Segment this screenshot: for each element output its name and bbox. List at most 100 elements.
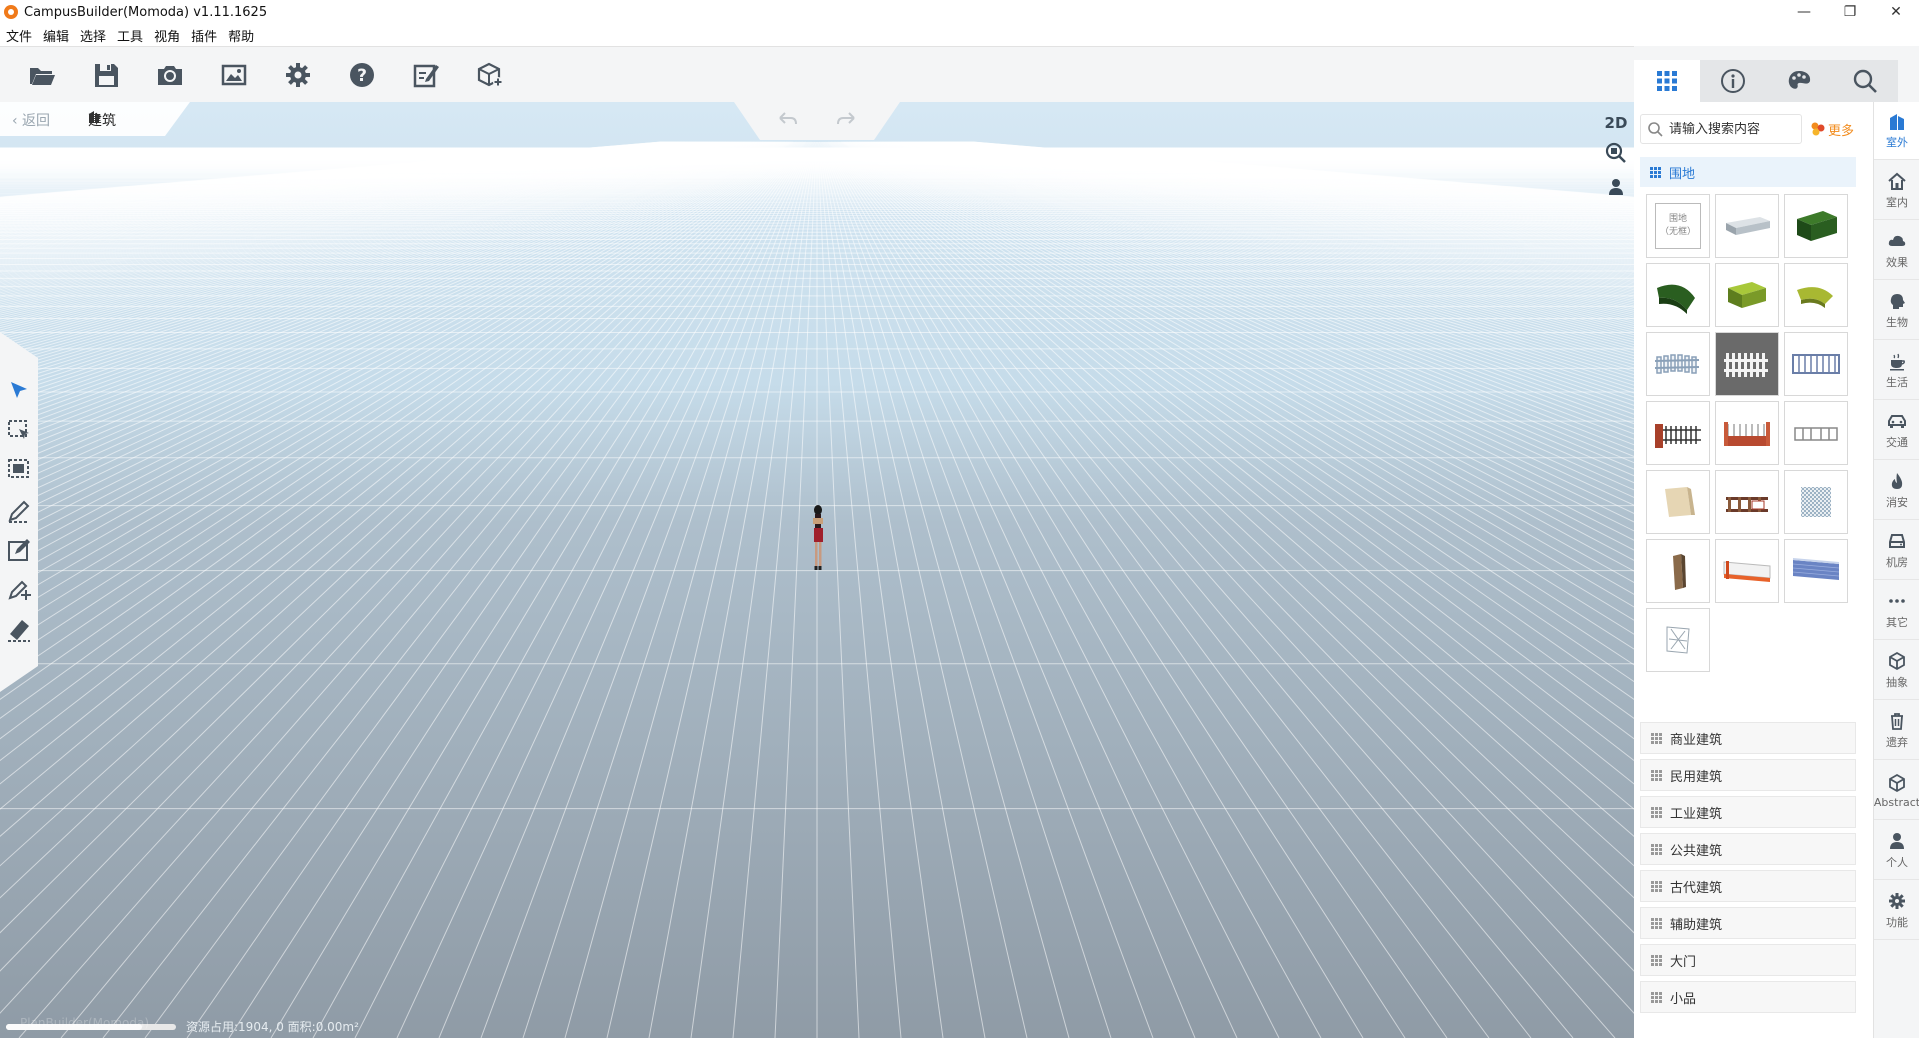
nav-deprecated[interactable]: 遗弃: [1874, 702, 1919, 760]
menu-tools[interactable]: 工具: [117, 26, 143, 45]
zoom-fit-button[interactable]: [1602, 140, 1630, 166]
model-tile-wire-fence[interactable]: [1646, 608, 1710, 672]
model-tile-hedge-box-light[interactable]: [1715, 263, 1779, 327]
category-active[interactable]: 围地: [1640, 157, 1856, 187]
menu-select[interactable]: 选择: [80, 26, 106, 45]
more-button[interactable]: 更多: [1810, 120, 1854, 139]
nav-functions[interactable]: 功能: [1874, 882, 1919, 940]
model-tile-beige-panel[interactable]: [1646, 470, 1710, 534]
view-tools: 2D: [1598, 102, 1634, 222]
restore-button[interactable]: ❐: [1827, 0, 1873, 24]
model-tile-brick-iron-fence[interactable]: [1646, 401, 1710, 465]
settings-icon: [286, 62, 310, 87]
model-tile-low-wall-orange[interactable]: [1715, 539, 1779, 603]
nav-label: 交通: [1886, 436, 1908, 449]
category-public[interactable]: 公共建筑: [1640, 833, 1856, 865]
model-tile-post[interactable]: [1646, 539, 1710, 603]
breadcrumb-current[interactable]: 建筑: [88, 110, 116, 130]
save-button[interactable]: [74, 47, 138, 103]
draw-area-icon[interactable]: [6, 537, 32, 563]
nav-other[interactable]: 其它: [1874, 582, 1919, 640]
library-content: 更多 围地 围地 （无框）: [1634, 102, 1873, 1038]
person-view-button[interactable]: [1602, 174, 1630, 200]
category-residential[interactable]: 民用建筑: [1640, 759, 1856, 791]
grid-icon: [1657, 71, 1677, 91]
nav-living[interactable]: 生活: [1874, 342, 1919, 400]
nav-personal[interactable]: 个人: [1874, 822, 1919, 880]
hedge-curve-dark-thumbnail: [1657, 284, 1695, 314]
menu-view[interactable]: 视角: [154, 26, 180, 45]
nav-indoor[interactable]: 室内: [1874, 162, 1919, 220]
right-panel: 更多 围地 围地 （无框）: [1634, 46, 1919, 1038]
model-tile-white-fence[interactable]: [1646, 332, 1710, 396]
category-gate[interactable]: 大门: [1640, 944, 1856, 976]
model-tile-hedge-box[interactable]: [1784, 194, 1848, 258]
edit-button[interactable]: [394, 47, 458, 103]
model-tile-concrete-barrier[interactable]: [1715, 194, 1779, 258]
nav-outdoor[interactable]: 室外: [1874, 102, 1919, 160]
menu-plugins[interactable]: 插件: [191, 26, 217, 45]
toggle-2d-button[interactable]: 2D: [1602, 110, 1630, 136]
grid-dots-icon: [1651, 843, 1662, 855]
tab-style[interactable]: [1766, 60, 1832, 102]
menu-edit[interactable]: 编辑: [43, 26, 69, 45]
nav-creatures[interactable]: 生物: [1874, 282, 1919, 340]
server-icon: [1889, 534, 1905, 548]
info-icon: [1721, 69, 1745, 93]
model-tile-picket-fence[interactable]: [1715, 332, 1779, 396]
model-tile-hedge-curve-light[interactable]: [1784, 263, 1848, 327]
model-tile-fence-placeholder[interactable]: 围地 （无框）: [1646, 194, 1710, 258]
add-model-button[interactable]: [458, 47, 522, 103]
model-tile-blue-wall[interactable]: [1784, 539, 1848, 603]
menu-help[interactable]: 帮助: [228, 26, 254, 45]
model-tile-blue-railing[interactable]: [1784, 332, 1848, 396]
nav-effects[interactable]: 效果: [1874, 222, 1919, 280]
minimize-button[interactable]: —: [1781, 0, 1827, 24]
grid-dots-icon: [1651, 769, 1662, 781]
category-commercial[interactable]: 商业建筑: [1640, 722, 1856, 754]
select-arrow-icon[interactable]: [6, 378, 32, 404]
multi-select-icon[interactable]: [6, 456, 32, 482]
tab-library[interactable]: [1634, 60, 1700, 102]
category-auxiliary[interactable]: 辅助建筑: [1640, 907, 1856, 939]
character-figure[interactable]: [808, 504, 828, 574]
screenshot-button[interactable]: [138, 47, 202, 103]
undo-icon[interactable]: [776, 110, 800, 130]
add-point-icon[interactable]: [6, 576, 32, 602]
image-button[interactable]: [202, 47, 266, 103]
grid-dots-icon: [1651, 880, 1662, 892]
category-ancient[interactable]: 古代建筑: [1640, 870, 1856, 902]
camera-icon: [158, 65, 182, 85]
nav-fire-safety[interactable]: 消安: [1874, 462, 1919, 520]
left-toolbar: [0, 332, 38, 692]
nav-server-room[interactable]: 机房: [1874, 522, 1919, 580]
help-button[interactable]: ?: [330, 47, 394, 103]
model-tile-mesh-panel[interactable]: [1784, 470, 1848, 534]
draw-line-icon[interactable]: [6, 498, 32, 524]
model-tile-hedge-curve-dark[interactable]: [1646, 263, 1710, 327]
tab-search[interactable]: [1832, 60, 1898, 102]
nav-abstract-cn[interactable]: 抽象: [1874, 642, 1919, 700]
model-tile-brick-wall-fence[interactable]: [1715, 401, 1779, 465]
category-industrial[interactable]: 工业建筑: [1640, 796, 1856, 828]
status-watermark: PlanBuilder(Momoda): [20, 1016, 150, 1030]
model-tile-brown-railing[interactable]: [1715, 470, 1779, 534]
open-button[interactable]: [10, 47, 74, 103]
menu-file[interactable]: 文件: [6, 26, 32, 45]
picket-fence-thumbnail: [1724, 353, 1768, 377]
nav-abstract[interactable]: Abstract: [1874, 762, 1919, 820]
settings-button[interactable]: [266, 47, 330, 103]
close-button[interactable]: ✕: [1873, 0, 1919, 24]
box-select-icon[interactable]: [6, 417, 32, 443]
3d-viewport[interactable]: ‹ 返回 建筑 2D PlanBuilder(Momoda) 资源占用:1904…: [0, 102, 1634, 1038]
eraser-icon[interactable]: [6, 616, 32, 642]
category-ornament[interactable]: 小品: [1640, 981, 1856, 1013]
back-link[interactable]: ‹ 返回: [12, 110, 50, 130]
search-icon: [1853, 69, 1877, 93]
search-input[interactable]: [1669, 121, 1797, 137]
model-tile-gate-frame[interactable]: [1784, 401, 1848, 465]
redo-icon[interactable]: [834, 110, 858, 130]
nav-traffic[interactable]: 交通: [1874, 402, 1919, 460]
tab-info[interactable]: [1700, 60, 1766, 102]
grid-dots-icon: [1651, 991, 1662, 1003]
